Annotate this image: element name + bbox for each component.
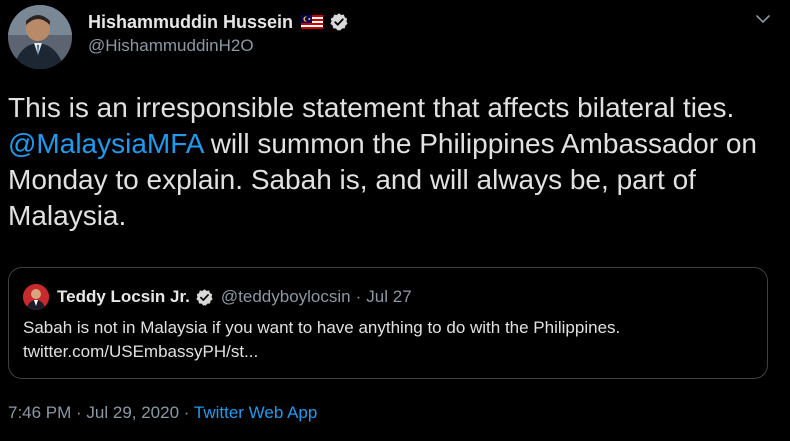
verified-badge-icon — [196, 288, 213, 306]
author-avatar[interactable] — [8, 5, 72, 69]
chevron-down-icon[interactable] — [754, 10, 772, 28]
tweet: Hishammuddin Hussein @HishammuddinH2O Th… — [0, 0, 790, 441]
tweet-source-link[interactable]: Twitter Web App — [194, 403, 317, 422]
quoted-author-avatar — [23, 284, 49, 310]
quoted-tweet-header: Teddy Locsin Jr. @teddyboylocsin · Jul 2… — [23, 284, 412, 310]
tweet-date[interactable]: Jul 29, 2020 — [86, 403, 179, 422]
quoted-tweet-body: Sabah is not in Malaysia if you want to … — [23, 318, 621, 337]
tweet-metadata: 7:46 PM · Jul 29, 2020 · Twitter Web App — [8, 403, 317, 423]
quoted-tweet-link[interactable]: twitter.com/USEmbassyPH/st... — [23, 340, 758, 364]
author-display-name[interactable]: Hishammuddin Hussein — [88, 12, 293, 33]
separator-dot: · — [179, 403, 194, 422]
tweet-time[interactable]: 7:46 PM — [8, 403, 71, 422]
mention-link[interactable]: @MalaysiaMFA — [8, 128, 203, 159]
verified-badge-icon — [330, 13, 348, 31]
author-name-block: Hishammuddin Hussein @HishammuddinH2O — [88, 10, 349, 56]
quoted-tweet[interactable]: Teddy Locsin Jr. @teddyboylocsin · Jul 2… — [8, 267, 768, 379]
author-handle[interactable]: @HishammuddinH2O — [88, 36, 349, 56]
quoted-author-display-name: Teddy Locsin Jr. — [57, 287, 190, 306]
quoted-author-handle: @teddyboylocsin — [220, 287, 351, 306]
quoted-tweet-text: Sabah is not in Malaysia if you want to … — [23, 316, 758, 364]
separator-dot: · — [355, 287, 362, 306]
quoted-tweet-date: Jul 27 — [366, 287, 412, 306]
tweet-text-part: This is an irresponsible statement that … — [8, 92, 743, 123]
malaysia-flag-icon — [301, 15, 324, 29]
separator-dot: · — [71, 403, 87, 422]
tweet-text: This is an irresponsible statement that … — [8, 90, 778, 234]
